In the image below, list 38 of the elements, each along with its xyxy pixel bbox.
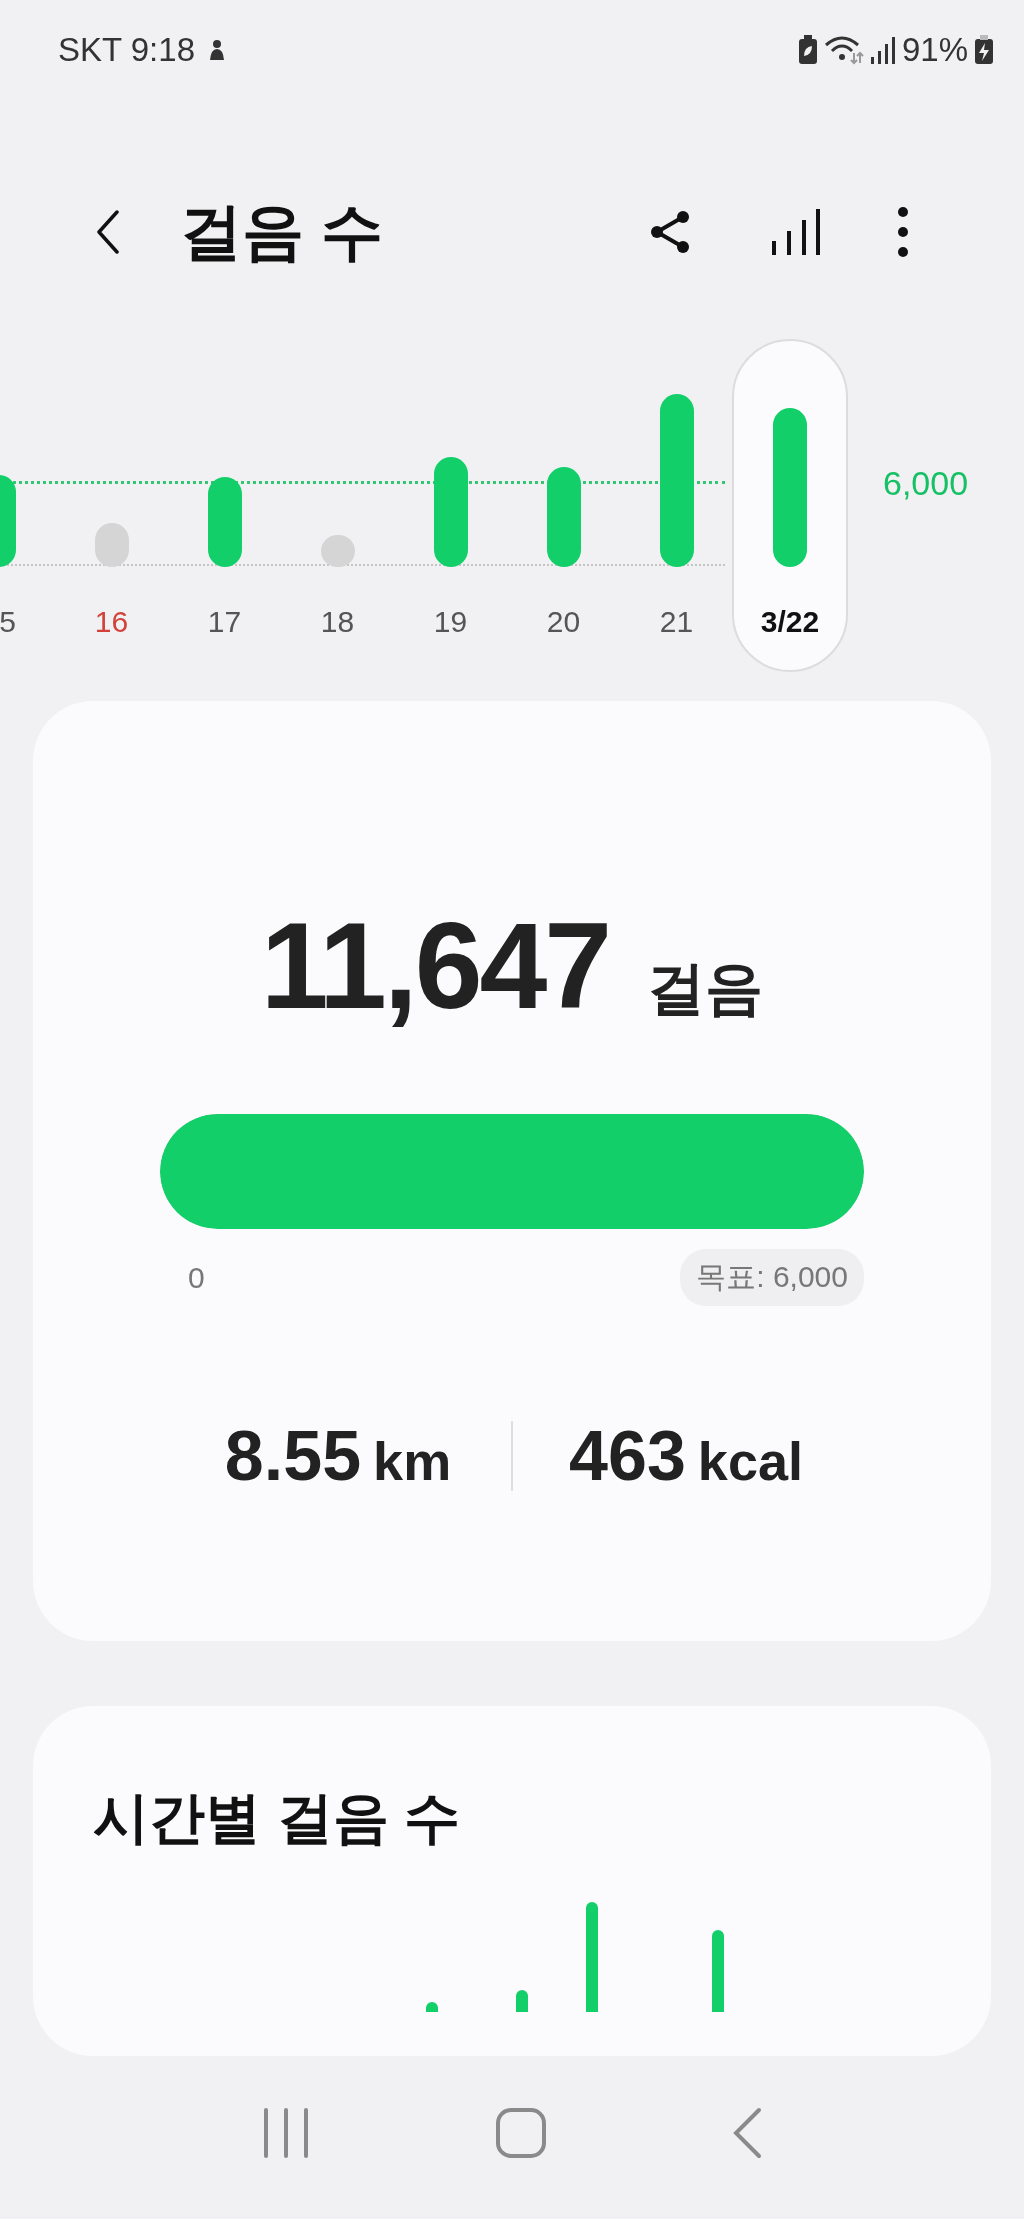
day-label: 17 [207, 605, 242, 639]
day-label: 19 [433, 605, 468, 639]
recent-apps-icon[interactable] [262, 2107, 311, 2158]
day-column[interactable]: 20 [507, 339, 620, 672]
progress-start-label: 0 [188, 1260, 205, 1295]
bar-chart-icon[interactable] [770, 207, 822, 257]
home-icon[interactable] [495, 2106, 547, 2159]
battery-saver-icon [797, 35, 818, 65]
day-column[interactable]: 3/22 [732, 339, 848, 672]
day-column[interactable]: 16 [55, 339, 168, 672]
page-title: 걸음 수 [180, 196, 385, 268]
day-column[interactable]: 19 [394, 339, 507, 672]
status-time: SKT 9:18 [58, 31, 195, 69]
stat-unit: kcal [697, 1430, 803, 1492]
back-icon[interactable] [96, 210, 120, 254]
stat-value: 8.55 [224, 1416, 362, 1496]
goal-badge: 목표: 6,000 [680, 1249, 864, 1306]
section-title: 시간별 걸음 수 [93, 1785, 462, 1851]
signal-icon [869, 36, 896, 64]
day-column[interactable]: 18 [281, 339, 394, 672]
day-column[interactable]: 5 [0, 339, 55, 672]
day-label: 18 [320, 605, 355, 639]
battery-percent: 91% [901, 31, 968, 69]
day-column[interactable]: 17 [168, 339, 281, 672]
day-label: 3/22 [760, 605, 820, 639]
stat-unit: km [373, 1430, 452, 1492]
goal-label: 6,000 [883, 464, 969, 503]
more-icon[interactable] [897, 206, 909, 258]
day-label: 21 [659, 605, 694, 639]
step-count: 11,647 [260, 897, 610, 1036]
day-column[interactable]: 21 [620, 339, 733, 672]
wifi-icon [823, 35, 864, 65]
stat-value: 463 [569, 1416, 686, 1496]
day-label: 5 [0, 605, 16, 639]
day-label: 16 [94, 605, 129, 639]
battery-charging-icon [974, 35, 994, 65]
step-unit: 걸음 [647, 954, 764, 1022]
day-label: 20 [546, 605, 581, 639]
